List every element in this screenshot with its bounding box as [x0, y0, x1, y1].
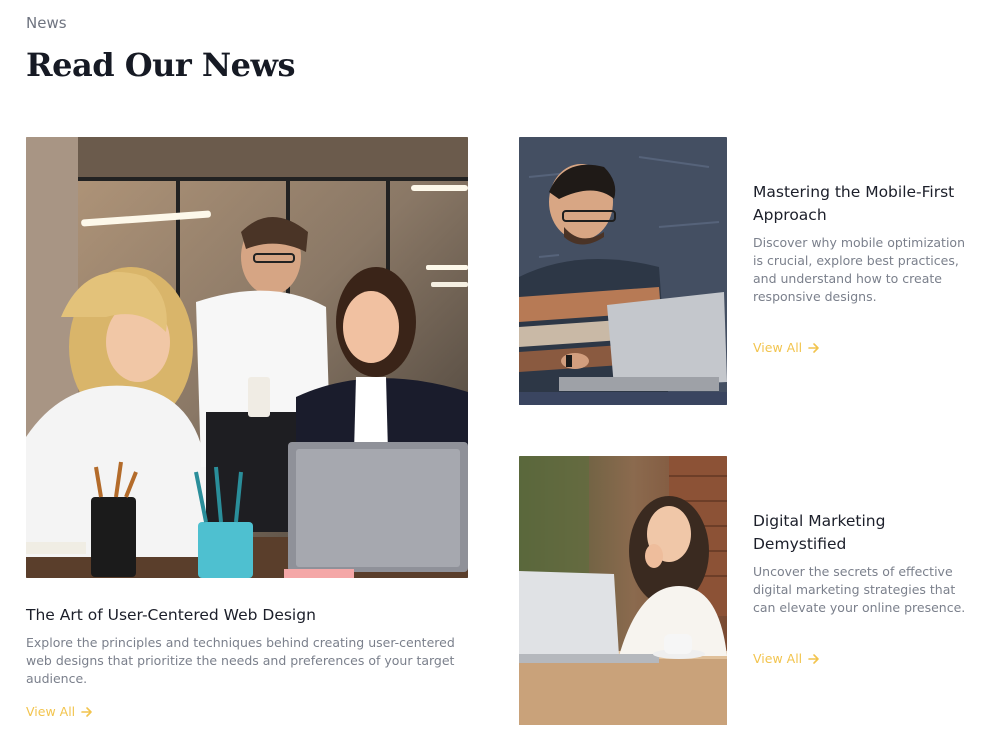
section-eyebrow: News — [26, 14, 67, 32]
view-all-label: View All — [753, 340, 803, 355]
view-all-label: View All — [753, 651, 803, 666]
article-title[interactable]: Mastering the Mobile-First Approach — [753, 181, 973, 227]
article-title[interactable]: Digital Marketing Demystified — [753, 510, 973, 556]
article-title[interactable]: The Art of User-Centered Web Design — [26, 604, 468, 627]
arrow-right-icon — [808, 653, 819, 664]
section-heading: Read Our News — [26, 46, 296, 84]
view-all-label: View All — [26, 704, 76, 719]
woman-with-laptop-photo[interactable] — [519, 456, 727, 725]
article-description: Explore the principles and techniques be… — [26, 635, 455, 686]
article-description: Uncover the secrets of effective digital… — [753, 564, 966, 615]
article-description: Discover why mobile optimization is cruc… — [753, 235, 965, 304]
view-all-link[interactable]: View All — [26, 704, 93, 719]
view-all-link[interactable]: View All — [753, 651, 820, 666]
view-all-link[interactable]: View All — [753, 340, 820, 355]
arrow-right-icon — [808, 342, 819, 353]
man-with-laptop-photo[interactable] — [519, 137, 727, 405]
office-team-photo[interactable] — [26, 137, 468, 578]
arrow-right-icon — [81, 706, 92, 717]
